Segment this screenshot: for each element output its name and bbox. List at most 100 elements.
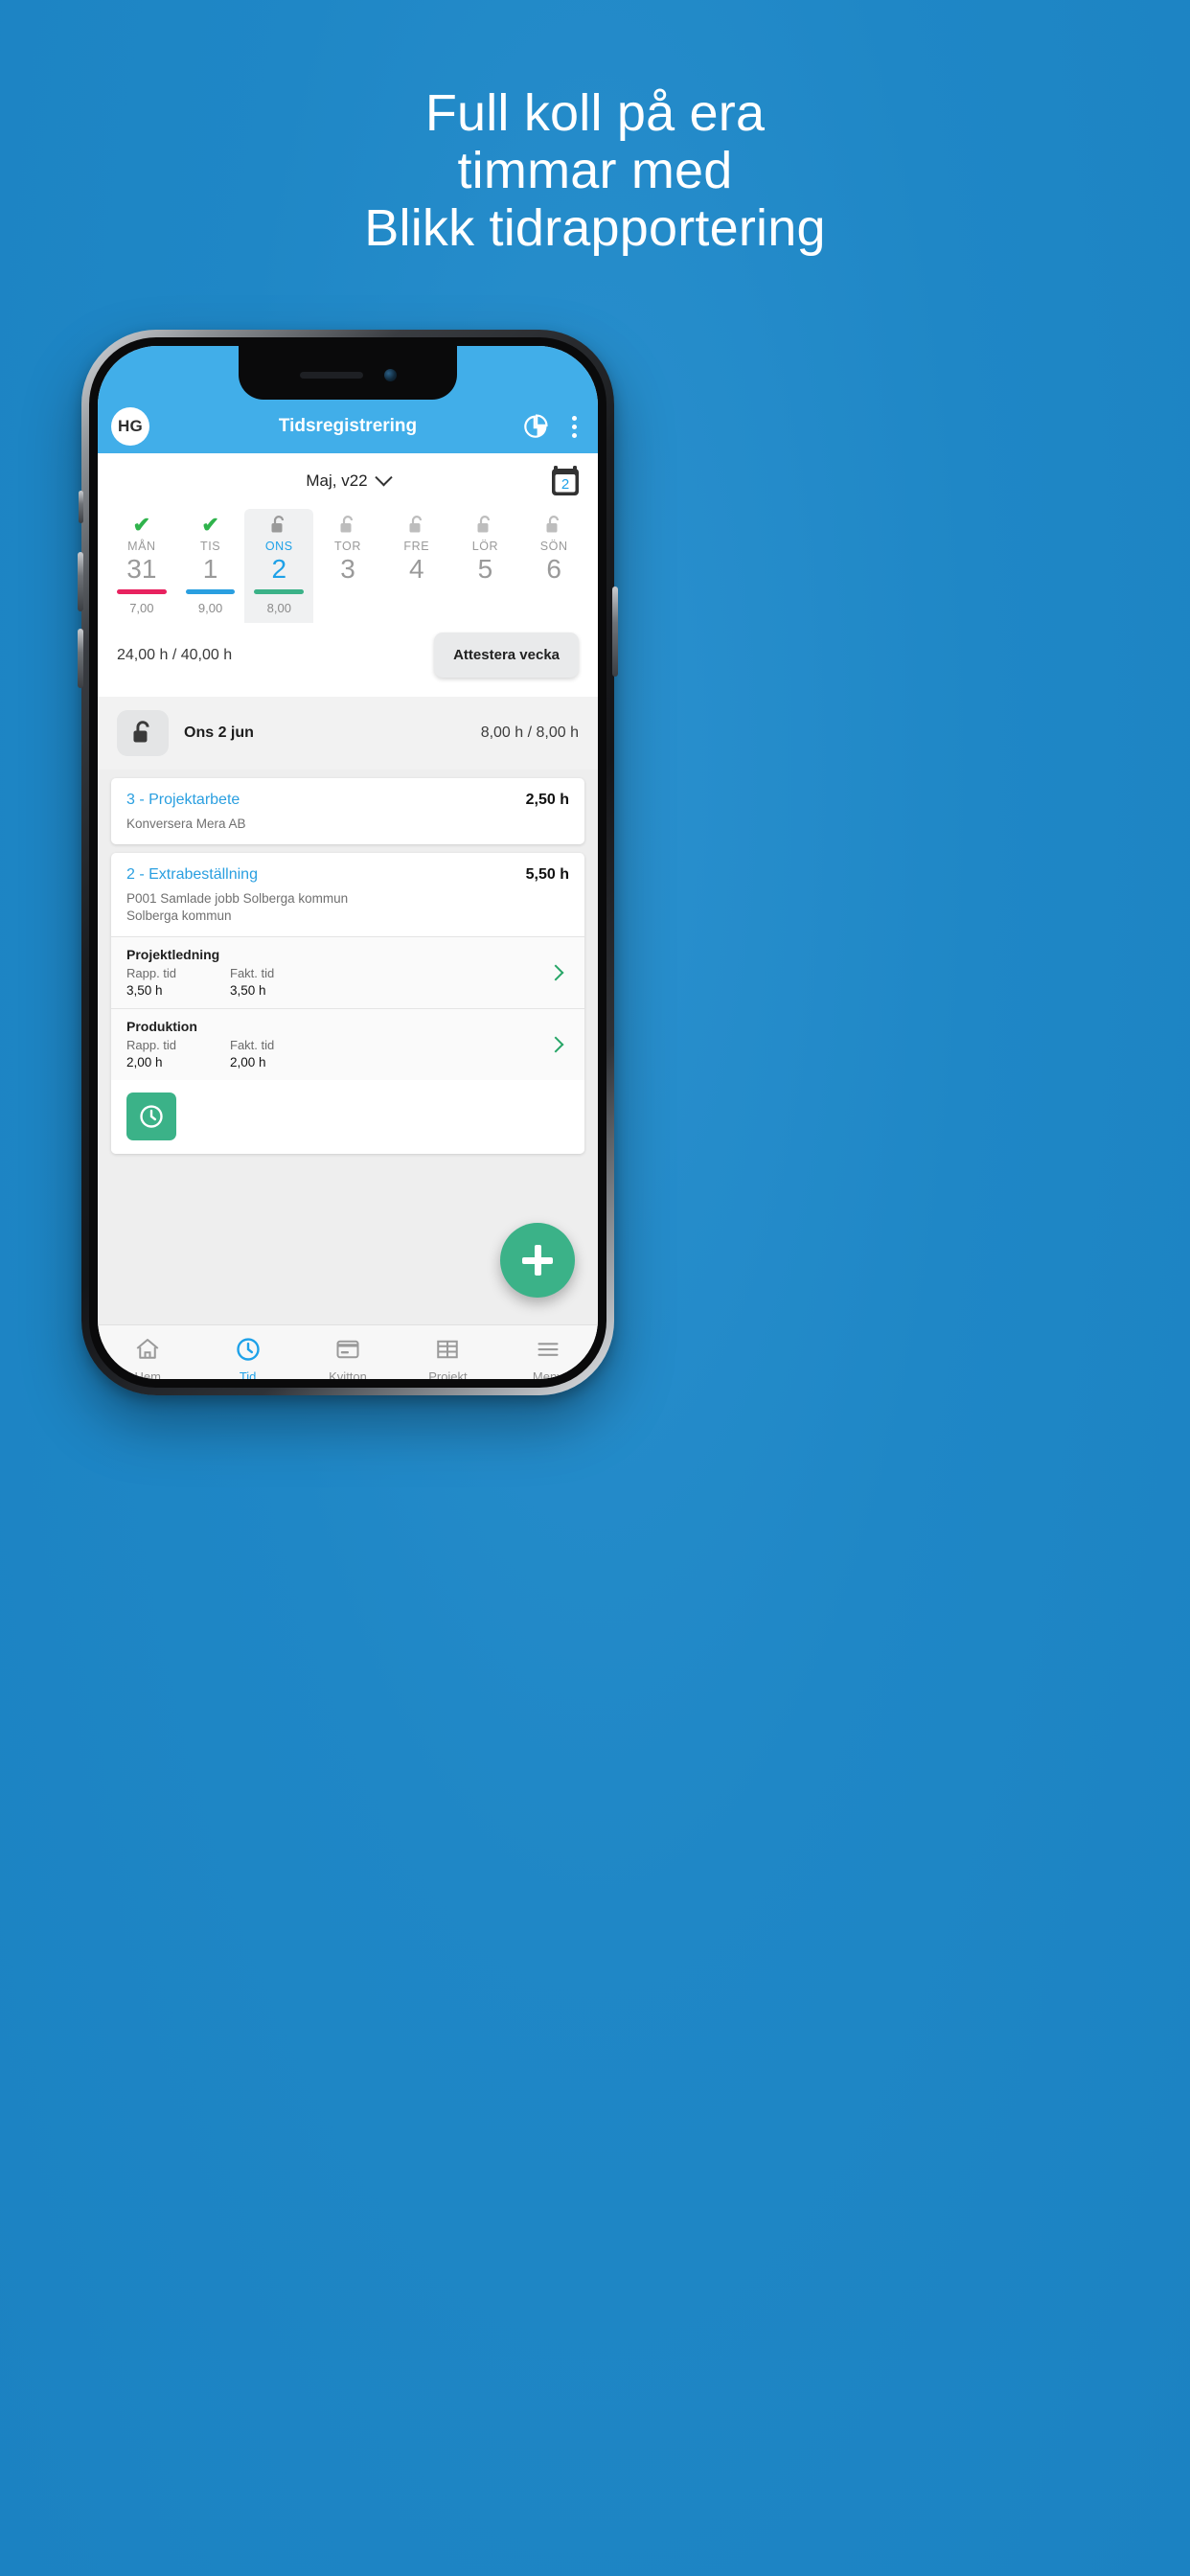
nav-label: Hem (134, 1369, 161, 1379)
billable-time-value: 3,50 h (230, 983, 266, 998)
unlock-icon (546, 516, 560, 533)
unlock-icon[interactable] (117, 710, 169, 756)
day-cell-man[interactable]: ✔ MÅN 31 7,00 (107, 509, 176, 623)
add-time-entry-fab[interactable] (500, 1223, 575, 1298)
day-cell-fre[interactable]: FRE 4 (382, 509, 451, 623)
task-row-main: Projektledning Rapp. tid 3,50 h Fakt. ti… (126, 947, 550, 998)
app-bar: HG Tidsregistrering (98, 400, 598, 453)
day-header[interactable]: Ons 2 jun 8,00 h / 8,00 h (98, 697, 598, 770)
day-status-lor (451, 513, 520, 538)
reported-time-value: 3,50 h (126, 983, 163, 998)
day-status-tis: ✔ (176, 513, 245, 538)
day-status-son (519, 513, 588, 538)
day-cell-tor[interactable]: TOR 3 (313, 509, 382, 623)
day-header-title: Ons 2 jun (184, 724, 254, 741)
day-number: 31 (126, 554, 157, 584)
week-day-strip: ✔ MÅN 31 7,00 ✔ TIS 1 9,00 ONS 2 8,00 TO… (98, 509, 598, 623)
chevron-right-icon[interactable] (547, 1036, 564, 1052)
day-cell-son[interactable]: SÖN 6 (519, 509, 588, 623)
power-button[interactable] (612, 586, 618, 677)
timer-row (111, 1080, 584, 1154)
table-icon (437, 1340, 459, 1359)
time-entry-hours: 5,50 h (525, 866, 569, 883)
check-icon: ✔ (132, 513, 151, 537)
nav-item-hem[interactable]: Hem (98, 1335, 197, 1379)
day-hours: 9,00 (197, 601, 223, 615)
time-entry-card[interactable]: 3 - Projektarbete 2,50 h Konversera Mera… (111, 778, 584, 844)
day-name: FRE (403, 540, 430, 553)
nav-item-tid[interactable]: Tid (197, 1335, 297, 1379)
headline-line-1: Full koll på era (424, 84, 766, 142)
phone-bezel: HG Tidsregistrering Maj, v22 2 ✔ MÅN 31 … (89, 337, 606, 1388)
reported-time-value: 2,00 h (126, 1055, 163, 1070)
nav-label: Projekt (428, 1369, 468, 1379)
time-entry-hours: 2,50 h (525, 792, 569, 808)
avatar[interactable]: HG (111, 407, 149, 446)
volume-up-button[interactable] (78, 552, 83, 611)
day-name: ONS (264, 540, 293, 553)
menu-icon (538, 1343, 559, 1356)
more-vertical-icon[interactable] (564, 414, 584, 440)
time-entry-title: 3 - Projektarbete (126, 792, 240, 808)
day-number: 5 (477, 554, 493, 584)
nav-item-kvitton[interactable]: Kvitton (298, 1335, 398, 1379)
task-row-main: Produktion Rapp. tid 2,00 h Fakt. tid 2,… (126, 1019, 550, 1070)
home-icon (136, 1339, 159, 1359)
task-title: Produktion (126, 1019, 197, 1034)
nav-item-meny[interactable]: Meny (498, 1335, 598, 1379)
pie-chart-icon[interactable] (522, 413, 549, 440)
time-entry-card[interactable]: 2 - Extrabeställning 5,50 h P001 Samlade… (111, 853, 584, 1154)
day-number: 6 (546, 554, 561, 584)
time-entry-customer: Solberga kommun (126, 908, 232, 923)
day-name: LÖR (471, 540, 499, 553)
day-hours: 8,00 (266, 601, 291, 615)
unlock-icon (340, 516, 354, 533)
nav-label: Meny (532, 1369, 563, 1379)
receipt-icon (336, 1340, 359, 1359)
clock-icon (236, 1338, 260, 1361)
headline-line-2: timmar med (457, 142, 733, 199)
time-entry-summary[interactable]: 2 - Extrabeställning 5,50 h P001 Samlade… (111, 853, 584, 936)
day-cell-ons[interactable]: ONS 2 8,00 (244, 509, 314, 623)
day-number: 3 (340, 554, 355, 584)
app-bar-actions (522, 413, 584, 440)
week-panel: Maj, v22 2 ✔ MÅN 31 7,00 ✔ TIS 1 9,00 ON… (98, 453, 598, 697)
phone-screen: HG Tidsregistrering Maj, v22 2 ✔ MÅN 31 … (98, 346, 598, 1379)
billable-time-column: Fakt. tid 3,50 h (230, 966, 333, 998)
headline-line-3: Blikk tidrapportering (364, 199, 826, 257)
nav-label: Kvitton (329, 1369, 367, 1379)
task-row[interactable]: Projektledning Rapp. tid 3,50 h Fakt. ti… (111, 936, 584, 1008)
day-cell-tis[interactable]: ✔ TIS 1 9,00 (176, 509, 245, 623)
volume-down-button[interactable] (78, 629, 83, 688)
task-columns: Rapp. tid 3,50 h Fakt. tid 3,50 h (126, 966, 550, 998)
unlock-icon (409, 516, 422, 533)
mute-switch[interactable] (79, 491, 83, 523)
billable-time-column: Fakt. tid 2,00 h (230, 1038, 333, 1070)
day-cell-lor[interactable]: LÖR 5 (451, 509, 520, 623)
billable-time-label: Fakt. tid (230, 966, 275, 980)
day-name: TOR (334, 540, 361, 553)
task-row[interactable]: Produktion Rapp. tid 2,00 h Fakt. tid 2,… (111, 1008, 584, 1080)
day-hours (313, 594, 382, 623)
front-camera-icon (383, 368, 397, 381)
nav-item-projekt[interactable]: Projekt (398, 1335, 497, 1379)
billable-time-value: 2,00 h (230, 1055, 266, 1070)
week-selector[interactable]: Maj, v22 (306, 468, 393, 491)
start-timer-button[interactable] (126, 1092, 176, 1140)
day-hours (519, 594, 588, 623)
calendar-icon[interactable]: 2 (550, 465, 581, 497)
reported-time-label: Rapp. tid (126, 966, 177, 980)
time-entry-title-row: 3 - Projektarbete 2,50 h (126, 792, 569, 809)
chevron-right-icon[interactable] (547, 964, 564, 980)
unlock-icon (477, 516, 491, 533)
phone-mockup: HG Tidsregistrering Maj, v22 2 ✔ MÅN 31 … (78, 330, 618, 1395)
day-name: TIS (199, 540, 221, 553)
time-entry-title-row: 2 - Extrabeställning 5,50 h (126, 866, 569, 884)
day-header-hours: 8,00 h / 8,00 h (480, 724, 579, 741)
week-label-text: Maj, v22 (306, 472, 368, 490)
week-total-row: 24,00 h / 40,00 h Attestera vecka (98, 623, 598, 693)
week-header: Maj, v22 2 (98, 453, 598, 509)
attest-week-button[interactable]: Attestera vecka (434, 632, 579, 678)
day-status-tor (313, 513, 382, 538)
time-entry-summary[interactable]: 3 - Projektarbete 2,50 h Konversera Mera… (111, 778, 584, 844)
